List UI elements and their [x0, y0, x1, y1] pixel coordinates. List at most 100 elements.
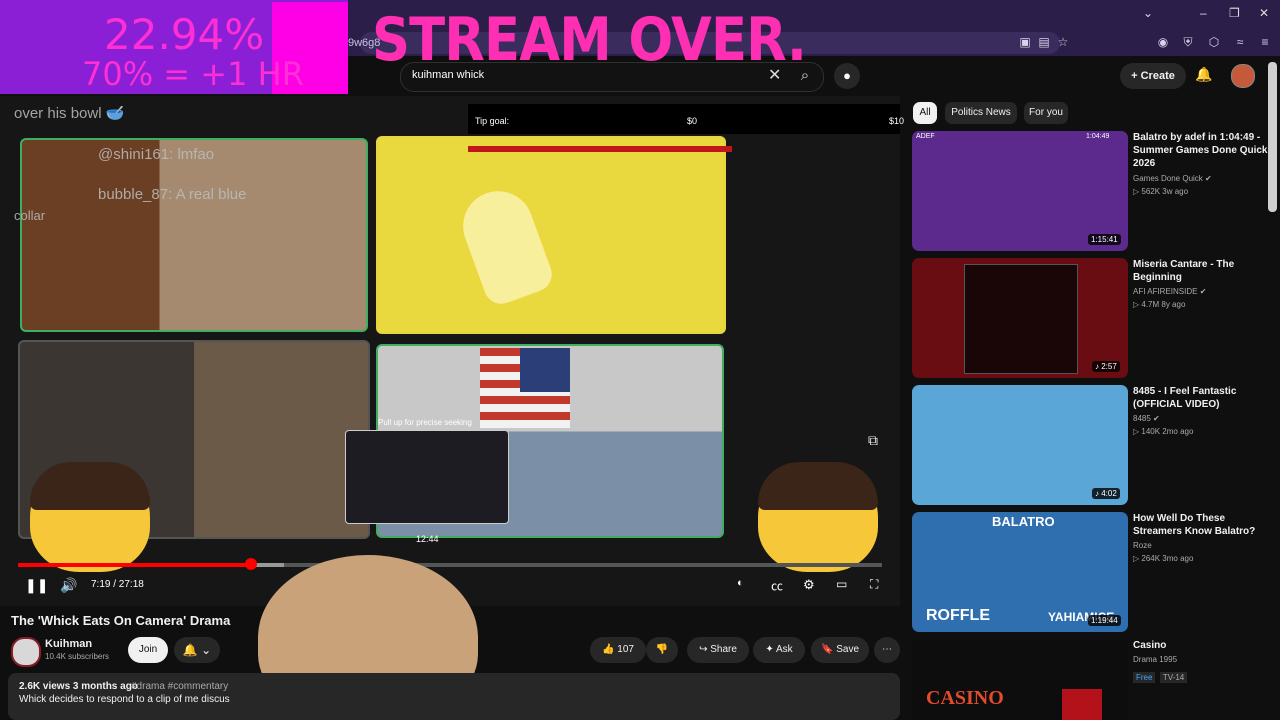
tip-goal-value: $0	[687, 116, 698, 126]
minimize-icon[interactable]: –	[1200, 6, 1207, 20]
create-label: Create	[1140, 70, 1175, 82]
maximize-icon[interactable]: ❐	[1229, 6, 1240, 20]
sparkle-icon: ✦	[765, 644, 774, 655]
cat-hair	[30, 462, 150, 510]
like-button[interactable]: 👍 107	[590, 637, 646, 663]
ask-button[interactable]: ✦ Ask	[753, 637, 805, 663]
notifications-bell-icon[interactable]: 🔔	[1195, 66, 1212, 83]
related-meta: ▷ 562K 3w ago	[1133, 187, 1189, 196]
more-icon: ⋯	[882, 644, 892, 655]
save-button[interactable]: 🔖 Save	[811, 637, 869, 663]
related-thumbnail[interactable]: BALATRO ROFFLE YAHIAMICE 1:19:44	[912, 512, 1128, 632]
verified-icon: ✔	[1205, 174, 1212, 183]
seek-preview-hint: Pull up for precise seeking	[378, 418, 472, 427]
related-channel[interactable]: AFI AFIREINSIDE ✔	[1133, 287, 1206, 296]
close-window-icon[interactable]: ✕	[1259, 6, 1269, 20]
channel-avatar[interactable]	[11, 637, 41, 667]
related-meta: ▷ 140K 2mo ago	[1133, 427, 1194, 436]
thumb-corner-time: 1:04:49	[1086, 133, 1110, 140]
extension-icon[interactable]: ≈	[1233, 35, 1247, 49]
related-title[interactable]: Balatro by adef in 1:04:49 - Summer Game…	[1133, 131, 1273, 170]
share-button[interactable]: ↪ Share	[687, 637, 749, 663]
menu-icon[interactable]: ≡	[1258, 35, 1272, 49]
view-count-date: 2.6K views 3 months ago	[19, 681, 138, 692]
tip-goal-bar	[468, 146, 732, 152]
related-meta: ▷ 4.7M 8y ago	[1133, 300, 1186, 309]
related-channel: Drama 1995	[1133, 655, 1178, 664]
thumb-corner-label: ADEF	[916, 133, 935, 140]
seek-preview-thumbnail	[345, 430, 509, 524]
related-title[interactable]: Miseria Cantare - The Beginning	[1133, 258, 1273, 284]
avatar[interactable]	[1231, 64, 1255, 88]
video-duration: 1:15:41	[1088, 234, 1121, 245]
album-art	[964, 264, 1078, 374]
related-title[interactable]: How Well Do These Streamers Know Balatro…	[1133, 512, 1273, 538]
captions-icon[interactable]: ㏄	[771, 577, 783, 594]
free-badge: Free	[1133, 672, 1156, 683]
chip-all[interactable]: All	[913, 102, 937, 124]
extensions-icon[interactable]: ⬡	[1207, 35, 1221, 49]
volume-icon[interactable]: 🔊	[60, 577, 77, 594]
related-channel[interactable]: Games Done Quick ✔	[1133, 174, 1212, 183]
progress-played	[18, 563, 252, 567]
reader-view-icon[interactable]: ▤	[1037, 35, 1051, 49]
chat-message: collar	[14, 208, 46, 223]
share-icon: ↪	[699, 644, 708, 655]
overlay-percent: 22.94%	[104, 10, 265, 59]
video-duration: ♪ 4:02	[1092, 488, 1120, 499]
share-label: Share	[710, 644, 737, 655]
stream-over-banner: STREAM OVER.	[372, 5, 807, 75]
video-duration: 1:19:44	[1088, 615, 1121, 626]
seek-preview-time: 12:44	[416, 534, 439, 544]
progress-buffer	[254, 563, 284, 567]
channel-name[interactable]: Kuihman	[45, 638, 92, 650]
related-thumbnail[interactable]: ♪ 4:02	[912, 385, 1128, 505]
account-icon[interactable]: ◉	[1156, 35, 1170, 49]
cat-emote-right	[758, 462, 878, 572]
video-duration: ♪ 2:57	[1092, 361, 1120, 372]
tip-goal-panel	[468, 104, 900, 134]
related-title[interactable]: 8485 - I Feel Fantastic (OFFICIAL VIDEO)	[1133, 385, 1273, 411]
tab-list-icon[interactable]: ⌄	[1143, 6, 1153, 20]
related-title[interactable]: Casino	[1133, 639, 1273, 652]
thumb-left-text: ROFFLE	[926, 607, 990, 624]
rating-badge: TV-14	[1159, 672, 1188, 683]
picture-in-picture-icon[interactable]: ▣	[1018, 35, 1032, 49]
autoplay-toggle-icon[interactable]: ◐	[737, 577, 744, 589]
join-button[interactable]: Join	[128, 637, 168, 663]
verified-icon: ✔	[1199, 287, 1207, 296]
related-thumbnail[interactable]: ADEF 1:04:49 1:15:41	[912, 131, 1128, 251]
video-title: The 'Whick Eats On Camera' Drama	[11, 613, 231, 628]
related-thumbnail[interactable]: CASINO	[912, 639, 1128, 720]
create-button[interactable]: + Create	[1120, 63, 1186, 89]
chat-message: bubble_87: A real blue	[98, 186, 247, 203]
description-text: Whick decides to respond to a clip of me…	[19, 694, 230, 705]
chat-message: @shini161: lmfao	[98, 146, 215, 163]
webcam-tile-1	[20, 138, 368, 332]
fullscreen-icon[interactable]: ⛶	[870, 577, 878, 592]
subscriber-count: 10.4K subscribers	[45, 652, 110, 661]
shield-icon[interactable]: ⛨	[1181, 35, 1195, 49]
settings-gear-icon[interactable]: ⚙	[803, 577, 815, 593]
hashtags[interactable]: #drama #commentary	[131, 681, 228, 692]
notification-bell-button[interactable]: 🔔 ⌄	[174, 637, 220, 663]
more-actions-button[interactable]: ⋯	[874, 637, 900, 663]
chip-for-you[interactable]: For you	[1024, 102, 1068, 124]
webcam-tile-2	[376, 136, 726, 334]
thumb-title-text: CASINO	[926, 687, 1004, 709]
chip-politics-news[interactable]: Politics News	[945, 102, 1017, 124]
thumbs-up-icon: 👍	[602, 644, 615, 655]
related-channel[interactable]: Roze	[1133, 541, 1152, 550]
related-badges: Free TV-14	[1133, 667, 1188, 685]
cat-hair	[758, 462, 878, 510]
chat-message: over his bowl 🥣	[14, 105, 125, 122]
related-channel[interactable]: 8485 ✔	[1133, 414, 1160, 423]
related-thumbnail[interactable]: ♪ 2:57	[912, 258, 1128, 378]
dislike-button[interactable]: 👎	[646, 637, 678, 663]
mic-icon[interactable]: ●	[834, 63, 860, 89]
miniplayer-icon[interactable]: ⧉	[868, 432, 878, 449]
bookmark-star-icon[interactable]: ☆	[1056, 35, 1070, 49]
theater-mode-icon[interactable]: ▭	[836, 577, 847, 591]
cat-emote-left	[30, 462, 150, 572]
pause-icon[interactable]: ❚❚	[25, 577, 48, 594]
